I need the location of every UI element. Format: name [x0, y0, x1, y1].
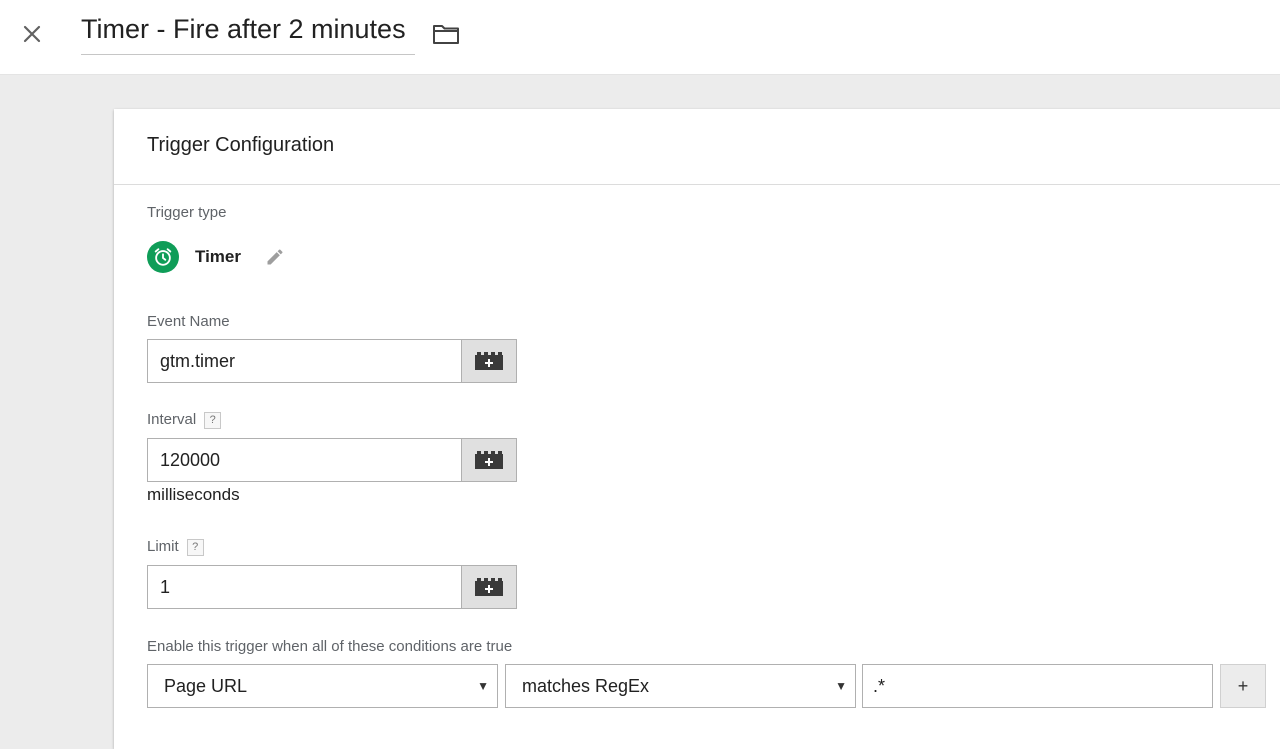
folder-icon — [433, 25, 459, 44]
event-name-label: Event Name — [147, 313, 230, 330]
limit-label: Limit — [147, 538, 179, 555]
dropdown-arrow-icon: ▼ — [835, 679, 847, 693]
interval-field — [147, 438, 517, 482]
event-name-field — [147, 339, 517, 383]
pencil-icon — [267, 249, 283, 265]
conditions-label: Enable this trigger when all of these co… — [147, 638, 513, 655]
edit-trigger-type-button[interactable] — [263, 245, 287, 269]
add-variable-icon — [475, 578, 503, 596]
trigger-type-row[interactable]: Timer — [147, 241, 287, 273]
card-title: Trigger Configuration — [147, 134, 335, 156]
limit-input[interactable] — [147, 565, 461, 609]
card-header: Trigger Configuration — [114, 109, 1280, 185]
close-icon — [23, 25, 41, 43]
trigger-title: Timer - Fire after 2 minutes — [81, 14, 406, 44]
add-variable-icon — [475, 352, 503, 370]
trigger-configuration-card: Trigger Configuration Trigger type Timer… — [114, 109, 1280, 749]
condition-operator-select[interactable]: matches RegEx ▼ — [505, 664, 856, 708]
trigger-type-name: Timer — [195, 247, 241, 266]
folder-button[interactable] — [430, 19, 462, 49]
top-bar: Timer - Fire after 2 minutes — [0, 0, 1280, 75]
interval-input[interactable] — [147, 438, 461, 482]
interval-help-icon[interactable]: ? — [204, 411, 222, 429]
add-condition-button[interactable]: + — [1220, 664, 1266, 708]
limit-label-row: Limit? — [147, 538, 204, 556]
close-button[interactable] — [14, 16, 50, 52]
interval-variable-button[interactable] — [461, 438, 517, 482]
condition-operator-value: matches RegEx — [522, 676, 650, 696]
interval-unit: milliseconds — [147, 485, 240, 504]
interval-label: Interval — [147, 411, 197, 428]
event-name-input[interactable] — [147, 339, 461, 383]
timer-badge — [147, 241, 179, 273]
timer-icon — [154, 248, 172, 266]
trigger-title-field[interactable]: Timer - Fire after 2 minutes — [81, 10, 415, 55]
limit-variable-button[interactable] — [461, 565, 517, 609]
condition-variable-select[interactable]: Page URL ▼ — [147, 664, 498, 708]
condition-variable-value: Page URL — [164, 676, 248, 696]
condition-value-input[interactable] — [862, 664, 1213, 708]
limit-help-icon[interactable]: ? — [186, 538, 204, 556]
dropdown-arrow-icon: ▼ — [477, 679, 489, 693]
add-variable-icon — [475, 451, 503, 469]
trigger-type-label: Trigger type — [147, 204, 227, 221]
limit-field — [147, 565, 517, 609]
event-name-variable-button[interactable] — [461, 339, 517, 383]
interval-label-row: Interval? — [147, 411, 222, 429]
